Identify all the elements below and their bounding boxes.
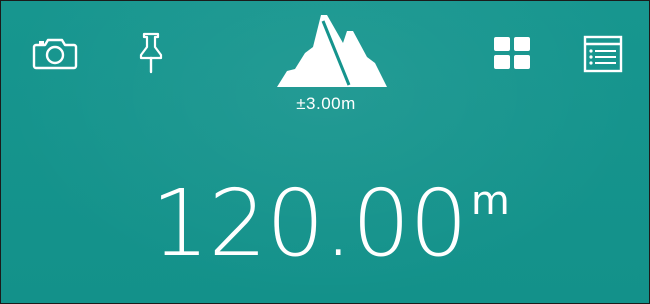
pin-button[interactable] (131, 31, 171, 75)
list-icon (583, 35, 623, 73)
app-screen: ±3.00m 120.00 m (0, 0, 650, 304)
camera-button[interactable] (31, 33, 79, 73)
list-view-button[interactable] (581, 33, 625, 75)
camera-icon (32, 38, 78, 70)
altitude-value: 120.00 (151, 170, 468, 277)
mountain-icon (277, 15, 387, 87)
pin-icon (139, 32, 163, 74)
accuracy-label: ±3.00m (296, 94, 356, 113)
altitude-unit: m (470, 178, 510, 224)
grid-icon (494, 37, 530, 69)
grid-view-button[interactable] (489, 33, 535, 73)
altitude-readout: 120.00 m (151, 169, 510, 279)
